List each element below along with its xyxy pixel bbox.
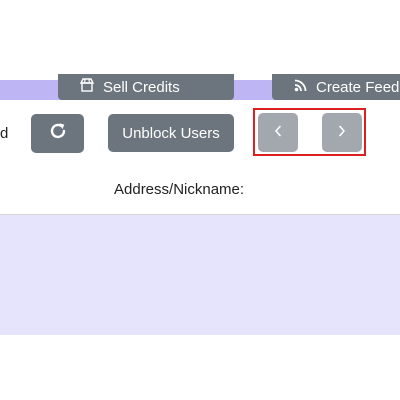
- create-feed-label: Create Feed: [316, 78, 400, 96]
- results-list-area: [0, 215, 400, 335]
- previous-page-button[interactable]: [258, 113, 298, 152]
- truncated-label: d: [0, 125, 9, 142]
- create-feed-button[interactable]: Create Feed: [272, 74, 400, 100]
- chevron-right-icon: [337, 124, 347, 142]
- sell-credits-label: Sell Credits: [103, 78, 180, 96]
- sell-credits-button[interactable]: Sell Credits: [58, 74, 234, 100]
- next-page-button[interactable]: [322, 113, 362, 152]
- store-icon: [79, 78, 95, 96]
- unblock-users-button[interactable]: Unblock Users: [108, 114, 234, 152]
- rss-icon: [294, 79, 307, 96]
- refresh-icon: [48, 121, 68, 146]
- page: Sell Credits Create Feed d Unblock Users: [0, 0, 400, 400]
- address-nickname-label: Address/Nickname:: [114, 181, 245, 198]
- refresh-button[interactable]: [31, 114, 84, 153]
- chevron-left-icon: [273, 124, 283, 142]
